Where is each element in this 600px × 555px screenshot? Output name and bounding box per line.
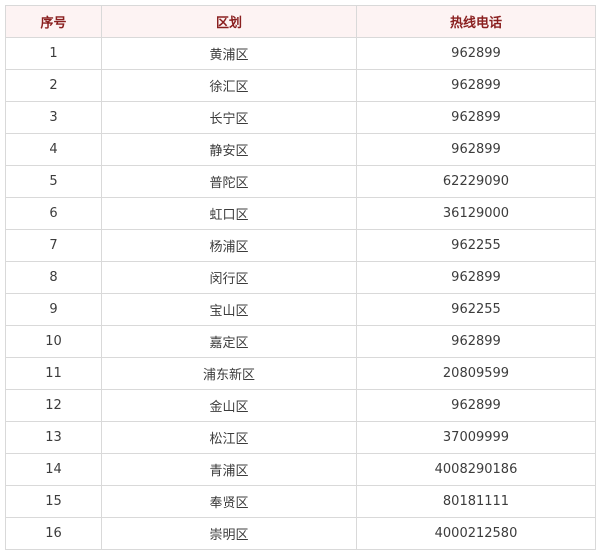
cell-index: 16 [5, 517, 102, 550]
cell-phone: 80181111 [356, 485, 596, 518]
cell-district: 崇明区 [101, 517, 357, 550]
cell-district: 长宁区 [101, 101, 357, 134]
cell-district: 青浦区 [101, 453, 357, 486]
cell-district: 杨浦区 [101, 229, 357, 262]
cell-phone: 962899 [356, 101, 596, 134]
table-row: 3 长宁区 962899 [5, 101, 596, 134]
table-row: 6 虹口区 36129000 [5, 197, 596, 230]
cell-district: 嘉定区 [101, 325, 357, 358]
table-row: 9 宝山区 962255 [5, 293, 596, 326]
cell-index: 13 [5, 421, 102, 454]
cell-index: 12 [5, 389, 102, 422]
cell-index: 9 [5, 293, 102, 326]
cell-phone: 962899 [356, 69, 596, 102]
table-row: 4 静安区 962899 [5, 133, 596, 166]
table-row: 16 崇明区 4000212580 [5, 517, 596, 550]
cell-phone: 962899 [356, 325, 596, 358]
cell-index: 5 [5, 165, 102, 198]
header-index: 序号 [5, 5, 102, 38]
cell-index: 2 [5, 69, 102, 102]
cell-district: 普陀区 [101, 165, 357, 198]
cell-phone: 962899 [356, 389, 596, 422]
cell-district: 黄浦区 [101, 37, 357, 70]
cell-phone: 20809599 [356, 357, 596, 390]
cell-phone: 36129000 [356, 197, 596, 230]
cell-district: 浦东新区 [101, 357, 357, 390]
table-row: 13 松江区 37009999 [5, 421, 596, 454]
cell-district: 闵行区 [101, 261, 357, 294]
cell-index: 8 [5, 261, 102, 294]
cell-district: 松江区 [101, 421, 357, 454]
cell-index: 14 [5, 453, 102, 486]
table-row: 14 青浦区 4008290186 [5, 453, 596, 486]
cell-district: 宝山区 [101, 293, 357, 326]
cell-index: 7 [5, 229, 102, 262]
cell-index: 4 [5, 133, 102, 166]
table-row: 10 嘉定区 962899 [5, 325, 596, 358]
cell-index: 10 [5, 325, 102, 358]
cell-phone: 962255 [356, 229, 596, 262]
table-body: 1 黄浦区 962899 2 徐汇区 962899 3 长宁区 962899 4 静安区 962899… [5, 37, 596, 550]
cell-phone: 62229090 [356, 165, 596, 198]
cell-phone: 4008290186 [356, 453, 596, 486]
header-row: 序号 区划 热线电话 [5, 5, 596, 38]
cell-phone: 962899 [356, 261, 596, 294]
table-row: 8 闵行区 962899 [5, 261, 596, 294]
cell-index: 3 [5, 101, 102, 134]
cell-district: 虹口区 [101, 197, 357, 230]
table-row: 7 杨浦区 962255 [5, 229, 596, 262]
hotline-table-container: 序号 区划 热线电话 1 黄浦区 962899 2 徐汇区 962899 3 长宁区 96289… [5, 5, 596, 550]
cell-index: 6 [5, 197, 102, 230]
cell-district: 徐汇区 [101, 69, 357, 102]
table-row: 2 徐汇区 962899 [5, 69, 596, 102]
header-district: 区划 [101, 5, 357, 38]
hotline-table: 序号 区划 热线电话 1 黄浦区 962899 2 徐汇区 962899 3 长宁区 96289… [5, 5, 596, 550]
table-row: 15 奉贤区 80181111 [5, 485, 596, 518]
cell-index: 11 [5, 357, 102, 390]
cell-index: 15 [5, 485, 102, 518]
cell-phone: 962255 [356, 293, 596, 326]
table-row: 12 金山区 962899 [5, 389, 596, 422]
table-row: 1 黄浦区 962899 [5, 37, 596, 70]
cell-phone: 37009999 [356, 421, 596, 454]
table-header: 序号 区划 热线电话 [5, 5, 596, 38]
cell-district: 奉贤区 [101, 485, 357, 518]
header-phone: 热线电话 [356, 5, 596, 38]
cell-district: 静安区 [101, 133, 357, 166]
cell-index: 1 [5, 37, 102, 70]
cell-phone: 962899 [356, 37, 596, 70]
cell-phone: 962899 [356, 133, 596, 166]
table-row: 5 普陀区 62229090 [5, 165, 596, 198]
cell-district: 金山区 [101, 389, 357, 422]
cell-phone: 4000212580 [356, 517, 596, 550]
table-row: 11 浦东新区 20809599 [5, 357, 596, 390]
